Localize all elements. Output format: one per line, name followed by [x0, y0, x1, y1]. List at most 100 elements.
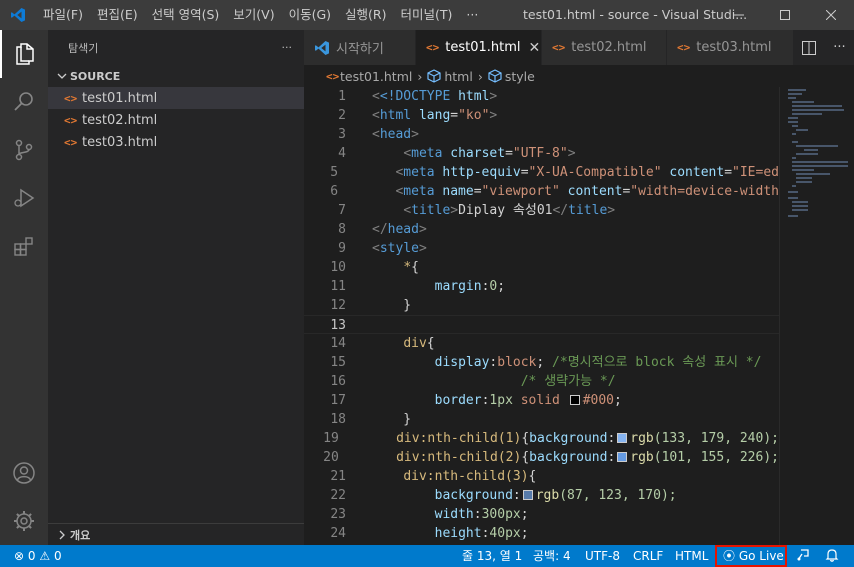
more-actions-icon[interactable]: ···: [833, 40, 845, 55]
tab-welcome[interactable]: 시작하기: [304, 30, 416, 65]
breadcrumb: <> test01.html › html › style: [304, 65, 854, 87]
feedback-button[interactable]: [796, 545, 810, 567]
breadcrumb-html[interactable]: html: [444, 69, 472, 84]
line-number: 24: [330, 526, 346, 541]
code-line: 22 background: rgb(87, 123, 170);: [304, 486, 779, 505]
source-control-icon: [15, 139, 33, 161]
source-control-button[interactable]: [0, 126, 48, 174]
line-number: 8: [338, 222, 346, 237]
explorer-more-button[interactable]: ···: [282, 41, 293, 54]
menu-edit[interactable]: 편집(E): [90, 0, 145, 30]
bell-icon: [825, 549, 839, 562]
broadcast-icon: ⦿: [723, 549, 736, 563]
code-line: 14 div{: [304, 334, 779, 353]
menu-run[interactable]: 실행(R): [338, 0, 393, 30]
menu-selection[interactable]: 선택 영역(S): [145, 0, 227, 30]
tab-test01[interactable]: <> test01.html ✕: [416, 30, 542, 65]
cube-icon: [427, 69, 441, 83]
tab-test03[interactable]: <> test03.html: [667, 30, 794, 65]
menu-go[interactable]: 이동(G): [282, 0, 338, 30]
menu-terminal[interactable]: 터미널(T): [394, 0, 460, 30]
explorer-sidebar: 탐색기 ··· SOURCE <> test01.html <> test02.…: [48, 30, 304, 545]
gear-icon: [14, 511, 34, 531]
explorer-button[interactable]: [0, 30, 48, 78]
line-number: 3: [338, 127, 346, 142]
code-editor[interactable]: 1 <<!DOCTYPE html> 2 <html lang="ko"> 3 <he…: [304, 87, 779, 545]
run-debug-icon: [14, 188, 35, 208]
code-line: 12 }: [304, 296, 779, 315]
end-of-line[interactable]: CRLF: [633, 545, 663, 567]
breadcrumb-style[interactable]: style: [505, 69, 535, 84]
minimize-button[interactable]: [716, 0, 762, 30]
line-number: 7: [338, 203, 346, 218]
title-bar: 파일(F) 편집(E) 선택 영역(S) 보기(V) 이동(G) 실행(R) 터…: [0, 0, 854, 30]
code-line: 21 div:nth-child(3){: [304, 467, 779, 486]
menu-view[interactable]: 보기(V): [226, 0, 281, 30]
indentation[interactable]: 공백: 4: [533, 545, 571, 567]
tab-test02[interactable]: <> test02.html: [542, 30, 667, 65]
breadcrumb-file[interactable]: test01.html: [340, 69, 412, 84]
code-line: 10 *{: [304, 258, 779, 277]
search-button[interactable]: [0, 78, 48, 126]
status-bar: ⊗ 0 ⚠ 0 줄 13, 열 1 공백: 4 UTF-8 CRLF HTML …: [0, 545, 854, 567]
cube-icon: [488, 69, 502, 83]
warning-count: 0: [53, 549, 62, 563]
code-line: 16 /* 생략가능 */: [304, 372, 779, 391]
html-file-icon: <>: [64, 135, 78, 149]
split-editor-icon[interactable]: [802, 40, 817, 55]
code-line: 15 display:block; /*명시적으로 block 속성 표시 */: [304, 353, 779, 372]
code-line: 4 <meta charset="UTF-8">: [304, 144, 779, 163]
editor-actions: ···: [794, 30, 854, 65]
encoding[interactable]: UTF-8: [585, 545, 620, 567]
outline-section[interactable]: 개요: [48, 523, 304, 545]
folder-source[interactable]: SOURCE: [48, 65, 304, 87]
line-number: 5: [330, 165, 339, 180]
close-window-button[interactable]: [808, 0, 854, 30]
menu-file[interactable]: 파일(F): [36, 0, 90, 30]
extensions-button[interactable]: [0, 222, 48, 270]
code-line: 1 <<!DOCTYPE html>: [304, 87, 779, 106]
file-item-test03[interactable]: <> test03.html: [48, 131, 304, 153]
tab-label: 시작하기: [336, 42, 384, 57]
code-line: 2 <html lang="ko">: [304, 106, 779, 125]
line-number: 9: [338, 241, 346, 256]
file-label: test01.html: [82, 90, 158, 106]
color-swatch[interactable]: [617, 452, 628, 462]
minimap[interactable]: [779, 87, 854, 545]
accounts-button[interactable]: [0, 449, 48, 497]
file-item-test01[interactable]: <> test01.html: [48, 87, 304, 109]
line-number: 17: [330, 393, 346, 408]
language-mode[interactable]: HTML: [675, 545, 708, 567]
cursor-position[interactable]: 줄 13, 열 1: [462, 545, 522, 567]
line-number: 1: [338, 89, 346, 104]
problems-indicator[interactable]: ⊗ 0 ⚠ 0: [14, 545, 62, 567]
notifications-button[interactable]: [825, 545, 839, 567]
code-line: 24 height:40px;: [304, 524, 779, 543]
color-swatch[interactable]: [569, 395, 580, 405]
go-live-button[interactable]: ⦿ Go Live: [715, 545, 787, 567]
menu-more[interactable]: ···: [459, 0, 485, 30]
code-line: 5 <meta http-equiv="X-UA-Compatible" con…: [304, 163, 779, 182]
code-line: 7 <title>Diplay 속성01</title>: [304, 201, 779, 220]
search-icon: [14, 92, 33, 111]
minimize-icon: [734, 14, 744, 16]
explorer-header: 탐색기 ···: [48, 30, 304, 65]
html-icon: <>: [552, 41, 566, 54]
manage-button[interactable]: [0, 497, 48, 545]
color-swatch[interactable]: [617, 433, 628, 443]
html-icon: <>: [677, 41, 691, 54]
close-tab-button[interactable]: ✕: [529, 40, 541, 56]
code-line: 18 }: [304, 410, 779, 429]
run-debug-button[interactable]: [0, 174, 48, 222]
tab-label: test02.html: [571, 40, 647, 55]
line-number: 19: [323, 431, 339, 446]
file-item-test02[interactable]: <> test02.html: [48, 109, 304, 131]
tab-label: test01.html: [445, 40, 521, 55]
close-icon: [826, 10, 836, 20]
file-label: test03.html: [82, 134, 158, 150]
maximize-button[interactable]: [762, 0, 808, 30]
line-number: 21: [330, 469, 346, 484]
chevron-right-icon: ›: [417, 68, 423, 84]
color-swatch[interactable]: [522, 490, 533, 500]
vscode-logo-icon: [0, 0, 36, 30]
